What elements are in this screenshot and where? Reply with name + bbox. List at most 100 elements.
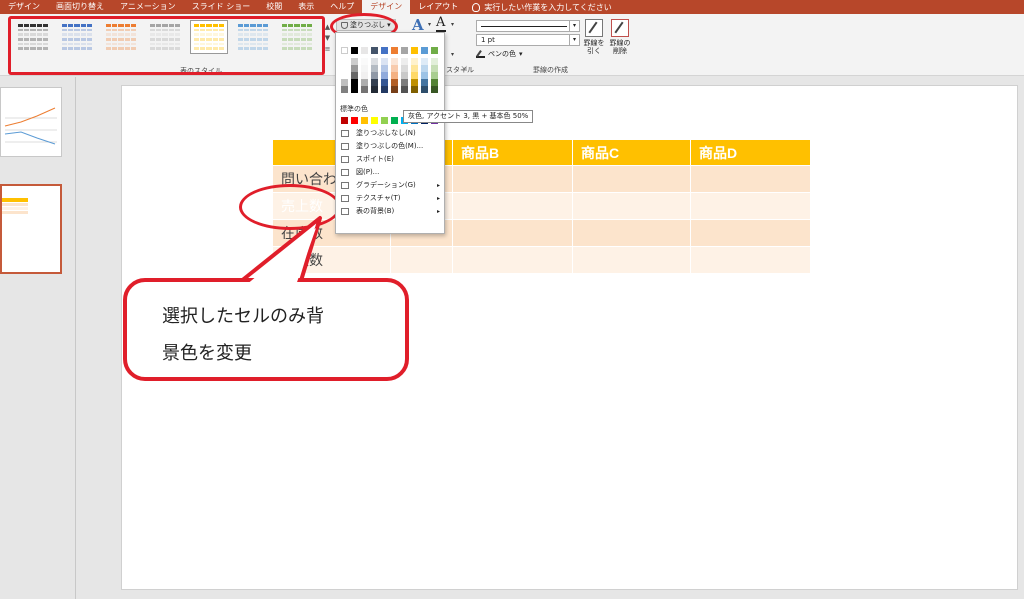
color-swatch[interactable]	[371, 72, 378, 79]
color-swatch[interactable]	[421, 72, 428, 79]
table-cell[interactable]	[572, 219, 691, 247]
color-swatch[interactable]	[401, 86, 408, 93]
draw-table-button[interactable]: 罫線を 引く	[582, 19, 606, 55]
color-swatch[interactable]	[361, 47, 368, 54]
pen-color-button[interactable]: ペンの色 ▾	[476, 49, 523, 59]
chevron-down-icon[interactable]: ▾	[428, 21, 431, 28]
tab-design-slide[interactable]: デザイン	[0, 0, 48, 14]
table-cell[interactable]	[690, 165, 811, 193]
shading-menu-item[interactable]: 表の背景(B) ▸	[336, 205, 446, 218]
table-cell[interactable]	[572, 165, 691, 193]
color-swatch[interactable]	[371, 65, 378, 72]
slide-thumbnail-1[interactable]	[0, 87, 62, 157]
color-swatch[interactable]	[341, 79, 348, 86]
header-cell[interactable]: 商品B	[452, 139, 573, 166]
standard-color-swatch[interactable]	[391, 117, 398, 124]
color-swatch[interactable]	[361, 86, 368, 93]
color-swatch[interactable]	[341, 58, 348, 65]
row-label-cell[interactable]: 注文数	[272, 246, 391, 274]
color-swatch[interactable]	[391, 72, 398, 79]
table-cell[interactable]	[390, 246, 453, 274]
color-swatch[interactable]	[341, 86, 348, 93]
color-swatch[interactable]	[391, 79, 398, 86]
color-swatch[interactable]	[361, 58, 368, 65]
color-swatch[interactable]	[371, 86, 378, 93]
table-cell[interactable]	[690, 246, 811, 274]
shading-menu-item[interactable]: スポイト(E)	[336, 153, 446, 166]
color-swatch[interactable]	[391, 47, 398, 54]
color-swatch[interactable]	[341, 65, 348, 72]
tab-table-design[interactable]: デザイン	[362, 0, 411, 14]
color-swatch[interactable]	[431, 79, 438, 86]
color-swatch[interactable]	[381, 79, 388, 86]
color-swatch[interactable]	[401, 65, 408, 72]
chevron-down-icon[interactable]: ▾	[451, 21, 454, 28]
color-swatch[interactable]	[391, 58, 398, 65]
color-swatch[interactable]	[411, 65, 418, 72]
color-swatch[interactable]	[411, 47, 418, 54]
color-swatch[interactable]	[401, 47, 408, 54]
color-swatch[interactable]	[431, 72, 438, 79]
standard-color-swatch[interactable]	[351, 117, 358, 124]
standard-color-swatch[interactable]	[361, 117, 368, 124]
tell-me-box[interactable]: 実行したい作業を入力してください	[472, 2, 612, 13]
table-cell[interactable]	[452, 165, 573, 193]
table-cell[interactable]	[452, 246, 573, 274]
color-swatch[interactable]	[401, 72, 408, 79]
color-swatch[interactable]	[391, 86, 398, 93]
color-swatch[interactable]	[431, 86, 438, 93]
pen-weight-dropdown[interactable]: 1 pt ▾	[476, 34, 580, 46]
tab-slideshow[interactable]: スライド ショー	[184, 0, 259, 14]
color-swatch[interactable]	[391, 65, 398, 72]
shading-menu-item[interactable]: グラデーション(G) ▸	[336, 179, 446, 192]
table-cell[interactable]	[572, 192, 691, 220]
shading-menu-item[interactable]: 図(P)...	[336, 166, 446, 179]
color-swatch[interactable]	[351, 79, 358, 86]
color-swatch[interactable]	[421, 79, 428, 86]
color-swatch[interactable]	[411, 79, 418, 86]
color-swatch[interactable]	[361, 65, 368, 72]
table-cell[interactable]	[452, 219, 573, 247]
color-swatch[interactable]	[401, 58, 408, 65]
tab-help[interactable]: ヘルプ	[322, 0, 362, 14]
table-cell[interactable]	[690, 192, 811, 220]
color-swatch[interactable]	[411, 86, 418, 93]
color-swatch[interactable]	[371, 79, 378, 86]
standard-color-swatch[interactable]	[381, 117, 388, 124]
color-swatch[interactable]	[431, 65, 438, 72]
color-swatch[interactable]	[381, 86, 388, 93]
color-swatch[interactable]	[351, 47, 358, 54]
standard-color-swatch[interactable]	[341, 117, 348, 124]
shading-menu-item[interactable]: テクスチャ(T) ▸	[336, 192, 446, 205]
tab-table-layout[interactable]: レイアウト	[410, 0, 466, 14]
color-swatch[interactable]	[361, 79, 368, 86]
color-swatch[interactable]	[411, 58, 418, 65]
color-swatch[interactable]	[381, 47, 388, 54]
pen-style-dropdown[interactable]: ▾	[476, 20, 580, 32]
table-cell[interactable]	[572, 246, 691, 274]
slide-thumbnail-2[interactable]	[0, 184, 62, 274]
tab-review[interactable]: 校閲	[258, 0, 290, 14]
color-swatch[interactable]	[421, 86, 428, 93]
table-cell[interactable]	[452, 192, 573, 220]
color-swatch[interactable]	[381, 65, 388, 72]
text-fill-icon[interactable]: A	[436, 15, 446, 32]
dialog-launcher-icon[interactable]: ⇲	[461, 65, 467, 73]
tab-animations[interactable]: アニメーション	[112, 0, 184, 14]
color-swatch[interactable]	[351, 58, 358, 65]
color-swatch[interactable]	[371, 58, 378, 65]
color-swatch[interactable]	[381, 72, 388, 79]
header-cell[interactable]: 商品D	[690, 139, 811, 166]
standard-color-swatch[interactable]	[371, 117, 378, 124]
tab-view[interactable]: 表示	[290, 0, 322, 14]
color-swatch[interactable]	[341, 72, 348, 79]
table-cell[interactable]	[690, 219, 811, 247]
color-swatch[interactable]	[351, 65, 358, 72]
color-swatch[interactable]	[421, 47, 428, 54]
chevron-down-icon[interactable]: ▾	[451, 51, 454, 58]
color-swatch[interactable]	[411, 72, 418, 79]
color-swatch[interactable]	[371, 47, 378, 54]
eraser-button[interactable]: 罫線の 削除	[608, 19, 632, 55]
color-swatch[interactable]	[381, 58, 388, 65]
color-swatch[interactable]	[431, 47, 438, 54]
